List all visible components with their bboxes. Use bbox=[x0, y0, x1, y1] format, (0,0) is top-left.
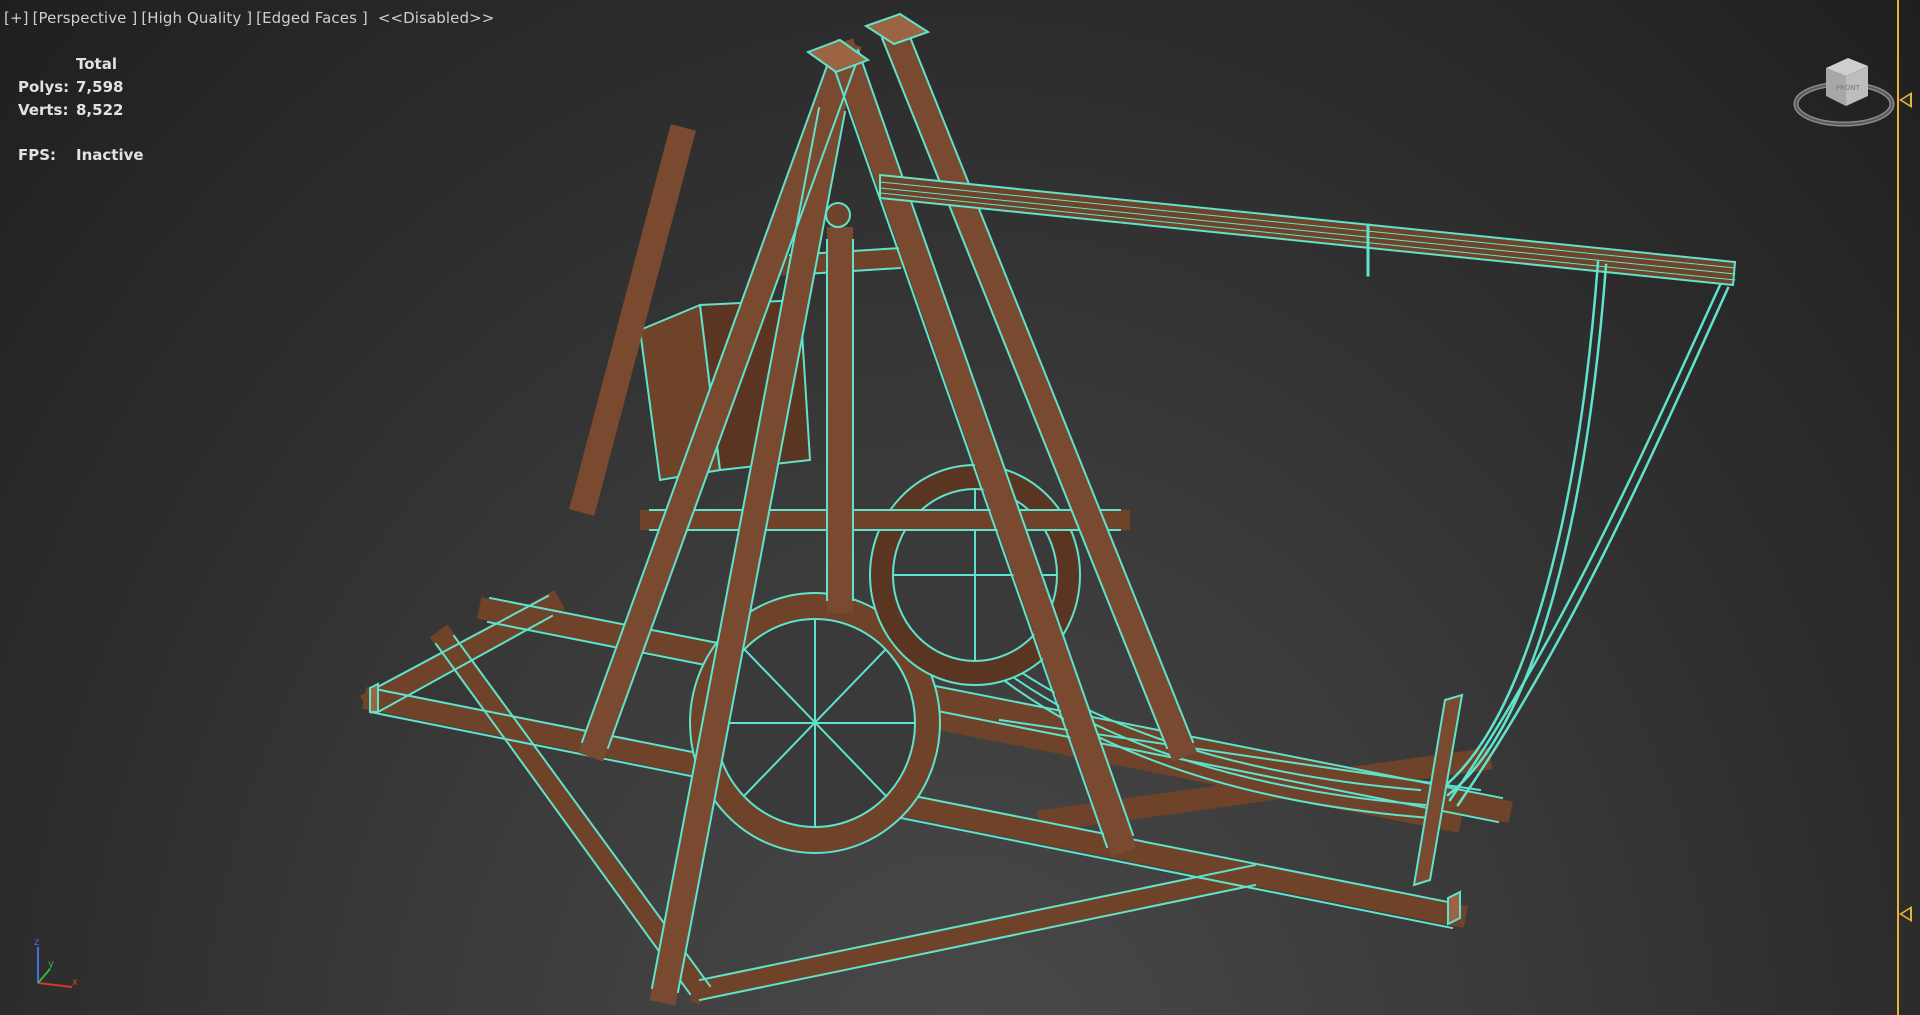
lower-rail-marker-icon[interactable] bbox=[1899, 906, 1912, 922]
axis-tripod-icon: z y x bbox=[34, 937, 78, 988]
viewcube-front-label: FRONT bbox=[1836, 84, 1861, 92]
axis-y-label: y bbox=[48, 959, 54, 970]
time-slider-rail[interactable] bbox=[1897, 0, 1899, 1015]
upper-rail-marker-icon[interactable] bbox=[1899, 92, 1912, 108]
axis-x-label: x bbox=[72, 977, 78, 988]
perspective-viewport[interactable]: [+] [Perspective ] [High Quality ] [Edge… bbox=[0, 0, 1920, 1015]
axis-z-label: z bbox=[34, 937, 39, 948]
viewcube-icon[interactable]: FRONT bbox=[1790, 48, 1900, 138]
trebuchet-model[interactable] bbox=[0, 0, 1920, 1015]
